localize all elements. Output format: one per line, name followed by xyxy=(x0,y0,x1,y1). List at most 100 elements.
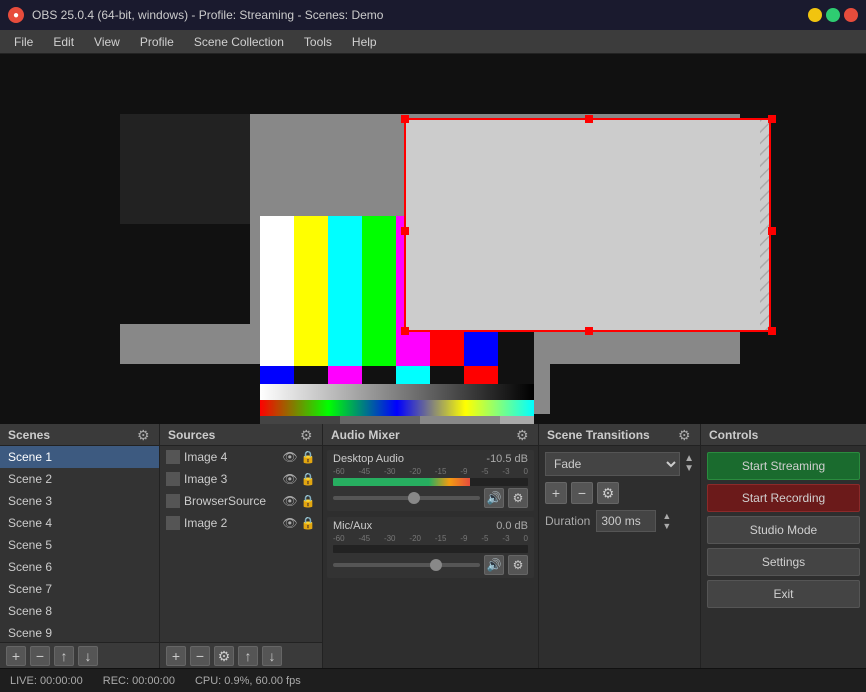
scene-item[interactable]: Scene 6 xyxy=(0,556,159,578)
add-transition-button[interactable]: + xyxy=(545,482,567,504)
desktop-audio-db: -10.5 dB xyxy=(486,453,528,465)
scene-item[interactable]: Scene 4 xyxy=(0,512,159,534)
source-item[interactable]: Image 4 👁 🔒 xyxy=(160,446,322,468)
desktop-audio-settings-button[interactable]: ⚙ xyxy=(508,488,528,508)
desktop-audio-fader-thumb[interactable] xyxy=(408,492,420,504)
source-eye-button[interactable]: 👁 xyxy=(282,493,298,509)
preview-area[interactable] xyxy=(0,54,866,424)
move-scene-up-button[interactable]: ↑ xyxy=(54,646,74,666)
duration-row: Duration ▲ ▼ xyxy=(545,510,694,532)
source-label: Image 4 xyxy=(184,450,227,464)
mic-aux-fader-thumb[interactable] xyxy=(430,559,442,571)
menu-profile[interactable]: Profile xyxy=(130,33,184,51)
titlebar: ● OBS 25.0.4 (64-bit, windows) - Profile… xyxy=(0,0,866,30)
remove-transition-button[interactable]: − xyxy=(571,482,593,504)
source-item[interactable]: BrowserSource 👁 🔒 xyxy=(160,490,322,512)
transitions-settings-icon[interactable]: ⚙ xyxy=(678,428,692,442)
source-lock-button[interactable]: 🔒 xyxy=(300,471,316,487)
move-source-down-button[interactable]: ↓ xyxy=(262,646,282,666)
source-lock-button[interactable]: 🔒 xyxy=(300,493,316,509)
sources-panel: Sources ⚙ Image 4 👁 🔒 Image 3 👁 xyxy=(160,424,323,668)
menu-help[interactable]: Help xyxy=(342,33,387,51)
app-icon: ● xyxy=(8,7,24,23)
duration-down-button[interactable]: ▼ xyxy=(662,521,671,531)
desktop-audio-channel: Desktop Audio -10.5 dB -60-45-30-20-15-9… xyxy=(327,450,534,511)
source-controls: 👁 🔒 xyxy=(282,493,316,509)
statusbar: LIVE: 00:00:00 REC: 00:00:00 CPU: 0.9%, … xyxy=(0,668,866,692)
audio-panel-title: Audio Mixer xyxy=(331,428,400,442)
live-status: LIVE: 00:00:00 xyxy=(10,675,83,687)
source-eye-button[interactable]: 👁 xyxy=(282,449,298,465)
mic-aux-channel: Mic/Aux 0.0 dB -60-45-30-20-15-9-5-30 🔊 xyxy=(327,517,534,578)
menu-tools[interactable]: Tools xyxy=(294,33,342,51)
source-thumbnail-icon xyxy=(166,450,180,464)
settings-button[interactable]: Settings xyxy=(707,548,860,576)
close-button[interactable]: ✕ xyxy=(844,8,858,22)
mic-aux-scale: -60-45-30-20-15-9-5-30 xyxy=(333,534,528,543)
controls-panel-title: Controls xyxy=(709,428,758,442)
audio-settings-icon[interactable]: ⚙ xyxy=(516,428,530,442)
scene-item[interactable]: Scene 3 xyxy=(0,490,159,512)
menu-scene-collection[interactable]: Scene Collection xyxy=(184,33,294,51)
minimize-button[interactable]: ─ xyxy=(808,8,822,22)
audio-content: Desktop Audio -10.5 dB -60-45-30-20-15-9… xyxy=(323,446,538,668)
start-recording-button[interactable]: Start Recording xyxy=(707,484,860,512)
mic-aux-mute-button[interactable]: 🔊 xyxy=(484,555,504,575)
duration-up-button[interactable]: ▲ xyxy=(662,511,671,521)
transitions-panel-header: Scene Transitions ⚙ xyxy=(539,424,700,446)
menubar: File Edit View Profile Scene Collection … xyxy=(0,30,866,54)
menu-edit[interactable]: Edit xyxy=(43,33,84,51)
move-source-up-button[interactable]: ↑ xyxy=(238,646,258,666)
mic-aux-fader[interactable] xyxy=(333,563,480,567)
sources-panel-header: Sources ⚙ xyxy=(160,424,322,446)
controls-panel-header: Controls xyxy=(701,424,866,446)
transition-spinner: ▲ ▼ xyxy=(684,454,694,474)
source-settings-button[interactable]: ⚙ xyxy=(214,646,234,666)
scene-item[interactable]: Scene 9 xyxy=(0,622,159,642)
remove-scene-button[interactable]: − xyxy=(30,646,50,666)
source-lock-button[interactable]: 🔒 xyxy=(300,515,316,531)
scenes-list: Scene 1 Scene 2 Scene 3 Scene 4 Scene 5 … xyxy=(0,446,159,642)
mic-aux-name: Mic/Aux xyxy=(333,520,372,532)
preview-canvas xyxy=(0,54,866,424)
move-scene-down-button[interactable]: ↓ xyxy=(78,646,98,666)
maximize-button[interactable]: □ xyxy=(826,8,840,22)
transition-select[interactable]: Fade Cut Swipe xyxy=(545,452,680,476)
exit-button[interactable]: Exit xyxy=(707,580,860,608)
scene-item[interactable]: Scene 2 xyxy=(0,468,159,490)
source-eye-button[interactable]: 👁 xyxy=(282,515,298,531)
source-controls: 👁 🔒 xyxy=(282,449,316,465)
scene-item[interactable]: Scene 7 xyxy=(0,578,159,600)
source-item[interactable]: Image 2 👁 🔒 xyxy=(160,512,322,534)
add-scene-button[interactable]: + xyxy=(6,646,26,666)
mic-aux-settings-button[interactable]: ⚙ xyxy=(508,555,528,575)
source-item[interactable]: Image 3 👁 🔒 xyxy=(160,468,322,490)
transition-config-button[interactable]: ⚙ xyxy=(597,482,619,504)
remove-source-button[interactable]: − xyxy=(190,646,210,666)
source-thumbnail-icon xyxy=(166,472,180,486)
scene-item[interactable]: Scene 5 xyxy=(0,534,159,556)
source-controls: 👁 🔒 xyxy=(282,515,316,531)
desktop-audio-name: Desktop Audio xyxy=(333,453,404,465)
bottom-panels: Scenes ⚙ Scene 1 Scene 2 Scene 3 Scene 4… xyxy=(0,424,866,668)
studio-mode-button[interactable]: Studio Mode xyxy=(707,516,860,544)
start-streaming-button[interactable]: Start Streaming xyxy=(707,452,860,480)
scene-item[interactable]: Scene 8 xyxy=(0,600,159,622)
add-source-button[interactable]: + xyxy=(166,646,186,666)
transition-select-row: Fade Cut Swipe ▲ ▼ xyxy=(545,452,694,476)
menu-view[interactable]: View xyxy=(84,33,130,51)
scenes-settings-icon[interactable]: ⚙ xyxy=(137,428,151,442)
source-label: Image 2 xyxy=(184,516,227,530)
desktop-audio-fader[interactable] xyxy=(333,496,480,500)
scene-transitions-panel: Scene Transitions ⚙ Fade Cut Swipe ▲ ▼ xyxy=(539,424,701,668)
cpu-status: CPU: 0.9%, 60.00 fps xyxy=(195,675,301,687)
duration-input[interactable] xyxy=(596,510,656,532)
scene-item[interactable]: Scene 1 xyxy=(0,446,159,468)
transition-down-arrow[interactable]: ▼ xyxy=(684,464,694,474)
desktop-audio-mute-button[interactable]: 🔊 xyxy=(484,488,504,508)
audio-panel-header: Audio Mixer ⚙ xyxy=(323,424,538,446)
source-lock-button[interactable]: 🔒 xyxy=(300,449,316,465)
menu-file[interactable]: File xyxy=(4,33,43,51)
sources-settings-icon[interactable]: ⚙ xyxy=(300,428,314,442)
source-eye-button[interactable]: 👁 xyxy=(282,471,298,487)
